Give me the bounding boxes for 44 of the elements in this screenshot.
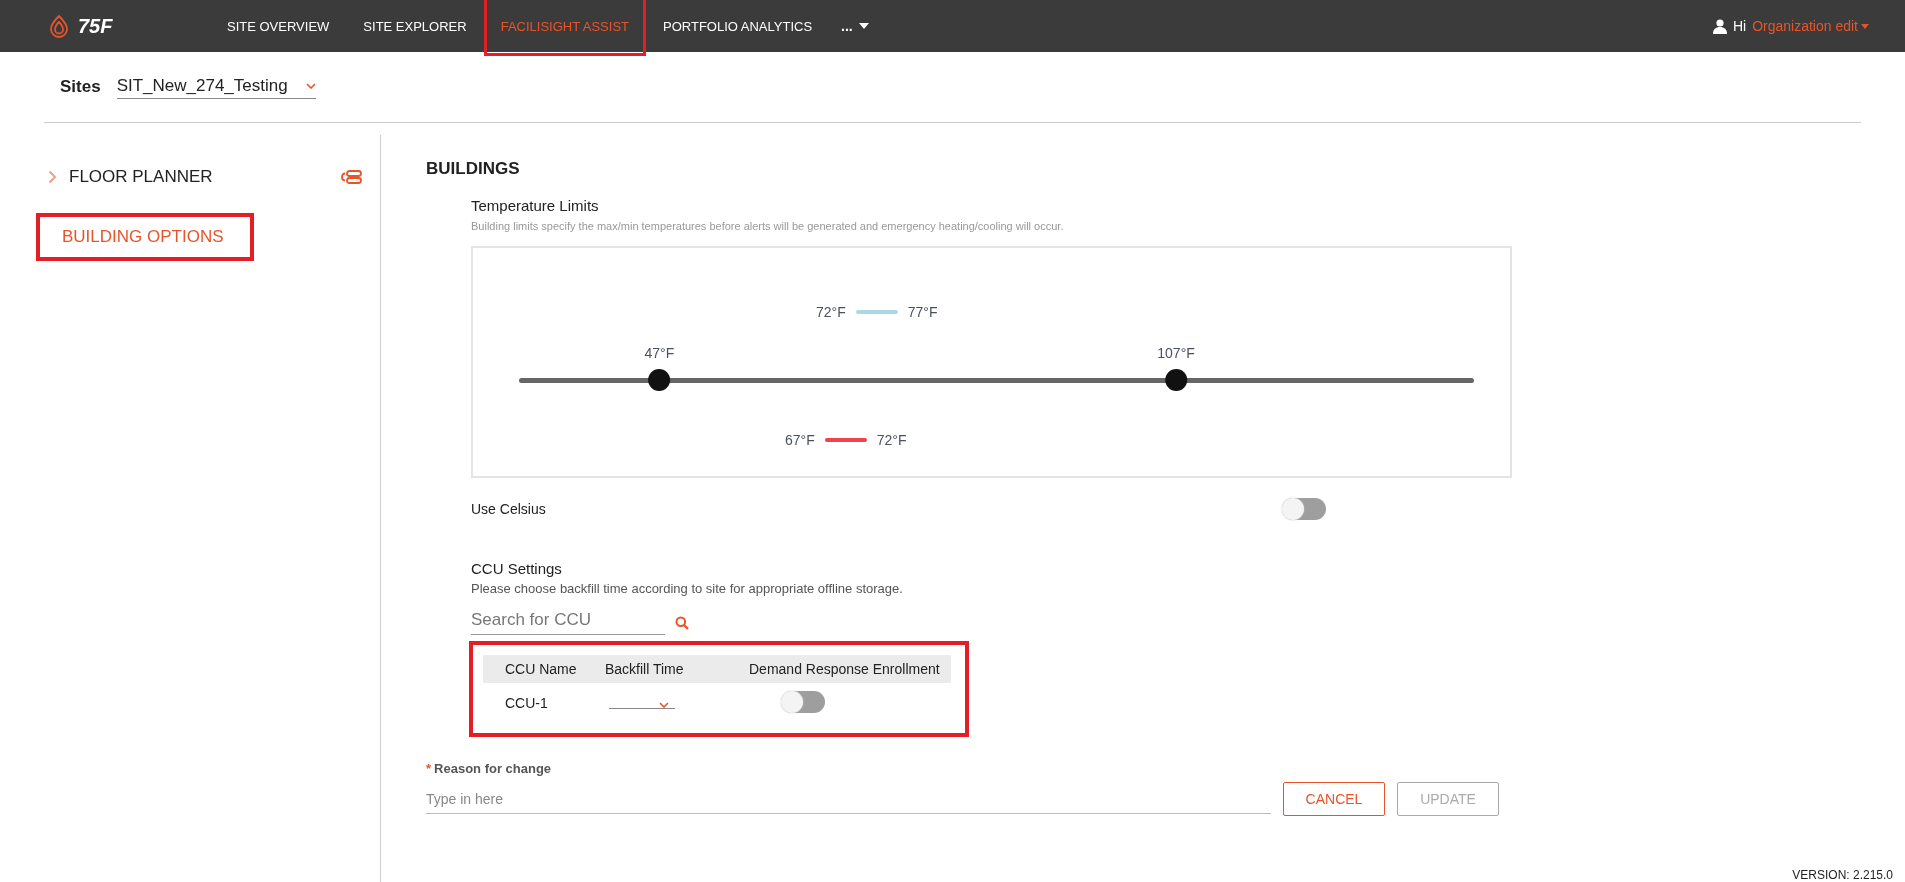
cancel-button[interactable]: CANCEL (1283, 782, 1385, 816)
column-header: Backfill Time (604, 661, 685, 677)
slider-thumb[interactable] (1165, 369, 1187, 391)
nav-tab[interactable]: SITE OVERVIEW (210, 0, 347, 52)
temperature-limits-description: Building limits specify the max/min temperatures before alerts will be generated and emergency heating/cooling will occur. (471, 220, 1065, 232)
column-header: CCU Name (504, 661, 578, 677)
search-field[interactable]: Search for CCU (471, 610, 665, 635)
collapse-icon[interactable] (340, 170, 362, 184)
flame-logo-icon (48, 14, 70, 38)
site-dropdown[interactable]: SIT_New_274_Testing (116, 75, 316, 99)
version-text: VERSION: 2.215.0 (1792, 868, 1893, 882)
more-menu[interactable]: ... (829, 18, 881, 34)
range-low-label: 67°F (785, 432, 815, 448)
range-high-label: 72°F (876, 432, 907, 448)
range-low-label: 72°F (816, 304, 846, 320)
toggle-switch[interactable] (781, 690, 825, 713)
nav-tab[interactable]: SITE EXPLORER (346, 0, 484, 52)
toggle-switch[interactable] (1282, 498, 1326, 520)
user-icon (1712, 18, 1727, 34)
chevron-right-icon (48, 170, 57, 184)
caret-icon (858, 23, 869, 29)
temperature-limits-title: Temperature Limits (471, 197, 600, 214)
greeting-text: Hi (1732, 18, 1747, 34)
nav-tab[interactable]: PORTFOLIO ANALYTICS (646, 0, 830, 52)
thumb-value: 107°F (1157, 345, 1195, 361)
reason-label: Reason for change (434, 761, 552, 776)
sites-label: Sites (60, 77, 101, 97)
use-celsius-label: Use Celsius (471, 501, 546, 517)
column-header: Demand Response Enrollment (748, 661, 940, 677)
required-mark: * (426, 761, 432, 776)
section-title: BUILDINGS (426, 159, 521, 179)
thumb-value: 47°F (644, 345, 675, 361)
slider-thumb[interactable] (648, 369, 671, 391)
chevron-down-icon (659, 702, 669, 708)
range-high-label: 77°F (907, 304, 938, 320)
sidebar-item[interactable]: FLOOR PLANNER (44, 155, 217, 199)
table-cell-text: CCU-1 (504, 695, 549, 711)
sidebar-item[interactable]: BUILDING OPTIONS (36, 213, 254, 261)
caret-icon (1861, 23, 1869, 29)
ccu-settings-title: CCU Settings (471, 560, 563, 577)
ccu-settings-description: Please choose backfill time according to site for appropriate offline storage. (471, 581, 904, 596)
logo-text[interactable]: 75F (78, 14, 113, 38)
chevron-down-icon (305, 82, 316, 89)
search-icon (675, 615, 689, 630)
